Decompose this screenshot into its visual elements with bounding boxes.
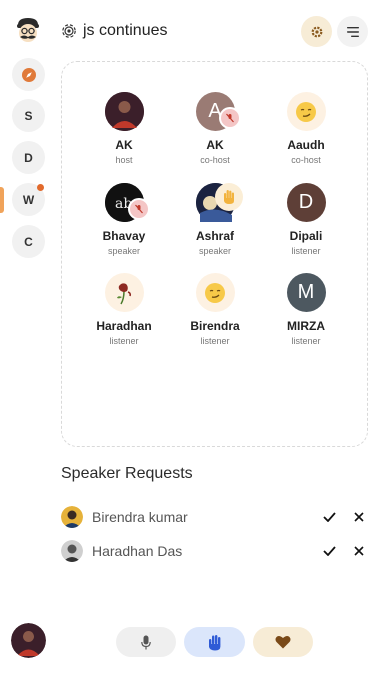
avatar-initial: D — [298, 191, 314, 213]
rail-item-label: S — [24, 108, 33, 123]
mic-button[interactable] — [116, 627, 176, 657]
menu-button[interactable] — [337, 16, 368, 47]
reject-request-button[interactable] — [350, 542, 368, 560]
participant-role: listener — [109, 336, 139, 346]
notification-dot — [37, 184, 44, 191]
participant-name: MIRZA — [287, 319, 325, 333]
room-title: js continues — [83, 22, 168, 39]
participant-name: Birendra — [190, 319, 240, 333]
participant-role: host — [115, 155, 133, 165]
participant-name: Ashraf — [195, 229, 234, 243]
avatar — [286, 92, 326, 131]
app-logo-icon[interactable] — [14, 16, 42, 46]
speaker-request-row: Haradhan Das — [61, 539, 368, 563]
avatar — [104, 273, 144, 312]
avatar — [195, 183, 243, 222]
requester-name: Birendra kumar — [92, 509, 188, 525]
active-indicator — [0, 187, 4, 213]
participant-card[interactable]: Ashraf speaker — [170, 183, 260, 256]
smirk-emoji-icon — [205, 282, 225, 303]
speaker-request-row: Birendra kumar — [61, 505, 368, 529]
room-header: js continues — [62, 20, 168, 42]
left-rail: S D W C — [0, 0, 56, 680]
participant-role: speaker — [198, 246, 232, 256]
heart-icon — [275, 636, 291, 649]
broadcast-icon — [62, 24, 76, 38]
avatar: D — [286, 183, 326, 222]
participant-role: co-host — [291, 155, 321, 165]
avatar — [61, 506, 83, 528]
participant-card[interactable]: ab Bhavay speaker — [79, 183, 169, 256]
participant-name: Dipali — [289, 229, 323, 243]
participant-name: AK — [115, 138, 133, 152]
rail-item-c[interactable]: C — [12, 225, 45, 258]
participant-role: listener — [200, 336, 230, 346]
participant-role: speaker — [107, 246, 141, 256]
rail-item-w[interactable]: W — [12, 183, 45, 216]
rail-item-d[interactable]: D — [12, 141, 45, 174]
participant-role: co-host — [200, 155, 230, 165]
participant-role: listener — [291, 336, 321, 346]
reject-request-button[interactable] — [350, 508, 368, 526]
menu-icon — [346, 26, 359, 37]
wilted-rose-icon — [117, 282, 132, 304]
hand-icon — [208, 634, 220, 650]
mic-icon — [141, 635, 151, 649]
explore-button[interactable] — [12, 58, 45, 91]
participant-card[interactable]: M MIRZA listener — [261, 273, 351, 346]
participant-card[interactable]: Aaudh co-host — [261, 92, 351, 165]
compass-icon — [21, 67, 36, 82]
close-icon — [354, 546, 364, 556]
mic-off-icon — [127, 198, 150, 220]
smirk-emoji-icon — [296, 101, 316, 122]
participant-name: Haradhan — [96, 319, 152, 333]
avatar: ab — [104, 183, 150, 222]
requester-name: Haradhan Das — [92, 543, 183, 559]
participant-card[interactable]: AK host — [79, 92, 169, 165]
avatar — [61, 540, 83, 562]
avatar: A — [195, 92, 241, 131]
rail-item-label: W — [22, 192, 35, 207]
accept-request-button[interactable] — [320, 542, 338, 560]
speaker-requests-title: Speaker Requests — [61, 465, 193, 482]
mic-off-icon — [218, 107, 241, 129]
rail-item-label: C — [24, 234, 33, 249]
my-avatar[interactable] — [11, 623, 46, 658]
participant-name: Aaudh — [287, 138, 325, 152]
avatar-initial: M — [297, 281, 315, 303]
stage-grid: AK host A AK co-host Aaudh co-host ab Bh… — [61, 61, 368, 447]
raised-hand-icon — [214, 183, 243, 211]
check-icon — [322, 546, 336, 556]
accept-request-button[interactable] — [320, 508, 338, 526]
settings-button[interactable] — [301, 16, 332, 47]
participant-card[interactable]: Birendra listener — [170, 273, 260, 346]
gear-icon — [311, 26, 322, 37]
avatar — [195, 273, 235, 312]
react-button[interactable] — [253, 627, 313, 657]
participant-name: AK — [206, 138, 224, 152]
participant-card[interactable]: A AK co-host — [170, 92, 260, 165]
participant-card[interactable]: Haradhan listener — [79, 273, 169, 346]
avatar — [104, 92, 144, 131]
participant-card[interactable]: D Dipali listener — [261, 183, 351, 256]
rail-item-label: D — [24, 150, 33, 165]
rail-item-s[interactable]: S — [12, 99, 45, 132]
check-icon — [322, 512, 336, 522]
participant-role: listener — [291, 246, 321, 256]
raise-hand-button[interactable] — [184, 627, 245, 657]
close-icon — [354, 512, 364, 522]
participant-name: Bhavay — [102, 229, 146, 243]
avatar: M — [286, 273, 326, 312]
